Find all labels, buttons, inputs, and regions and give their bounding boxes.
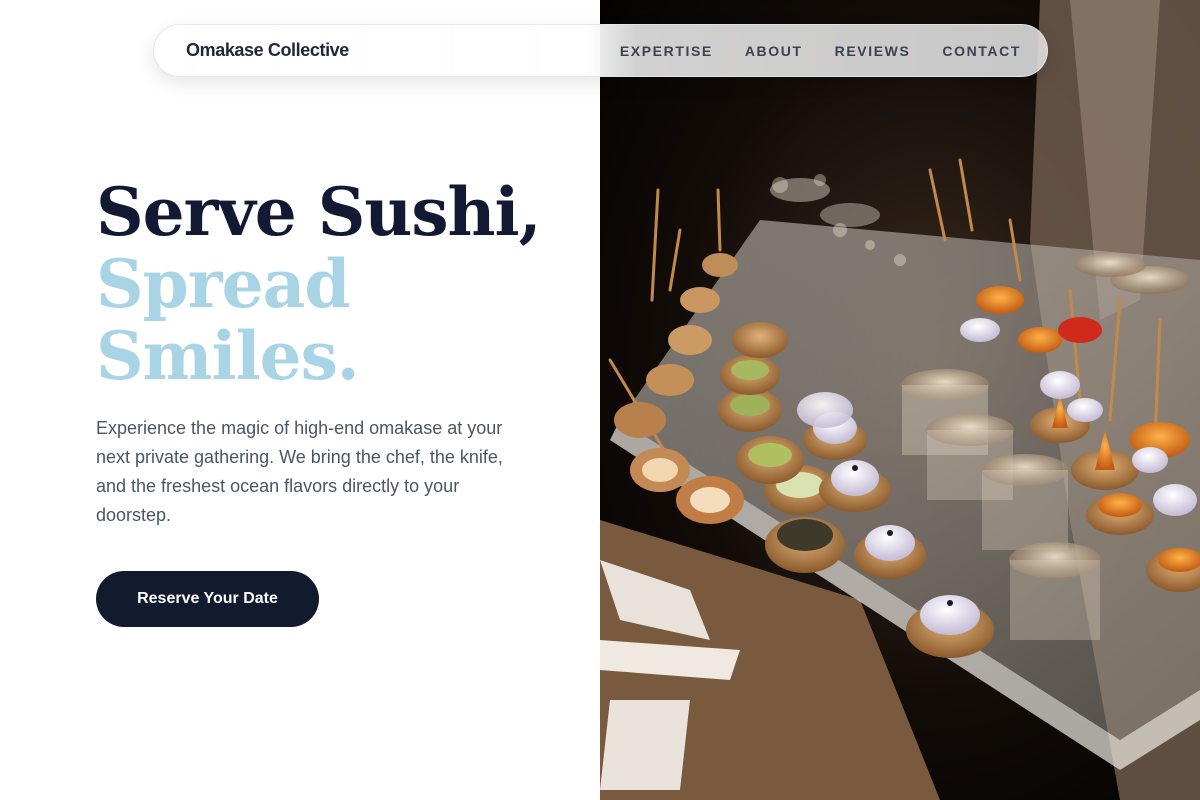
brand-logo[interactable]: Omakase Collective xyxy=(186,40,349,61)
headline-line-2: Spread xyxy=(96,245,351,323)
top-navigation-bar: Omakase Collective EXPERTISE ABOUT REVIE… xyxy=(153,24,1048,77)
headline-line-3: Smiles. xyxy=(96,317,360,395)
nav-links: EXPERTISE ABOUT REVIEWS CONTACT xyxy=(620,43,1021,59)
reserve-date-button[interactable]: Reserve Your Date xyxy=(96,571,319,627)
nav-link-contact[interactable]: CONTACT xyxy=(942,43,1021,59)
nav-link-expertise[interactable]: EXPERTISE xyxy=(620,43,713,59)
headline-line-1: Serve Sushi, xyxy=(96,173,542,251)
nav-link-reviews[interactable]: REVIEWS xyxy=(835,43,911,59)
hero-image xyxy=(600,0,1200,800)
nav-link-about[interactable]: ABOUT xyxy=(745,43,803,59)
hero-headline: Serve Sushi, Spread Smiles. xyxy=(96,176,576,392)
hero-content-panel: Serve Sushi, Spread Smiles. Experience t… xyxy=(0,0,600,800)
hero-description: Experience the magic of high-end omakase… xyxy=(96,418,503,525)
